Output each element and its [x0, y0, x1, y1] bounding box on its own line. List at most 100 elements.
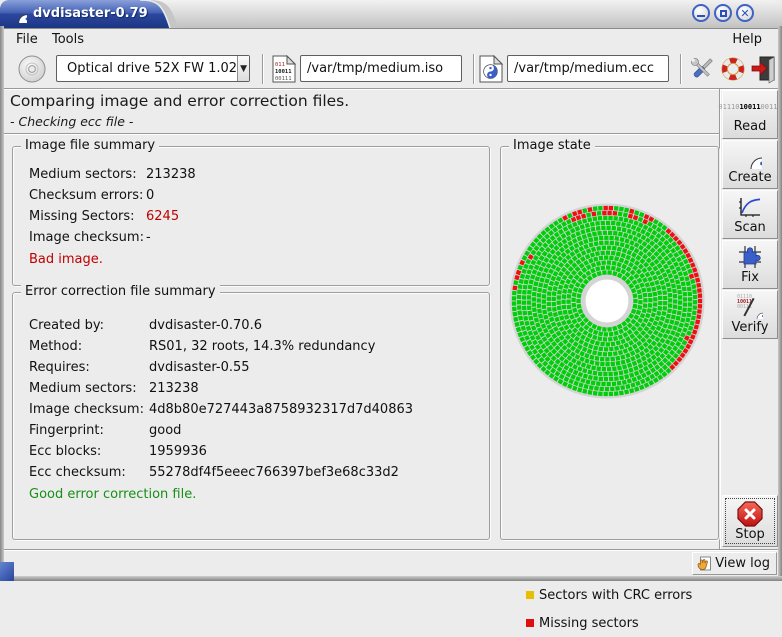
row-label: Ecc blocks: — [29, 444, 149, 459]
status-line-1: Comparing image and error correction fil… — [10, 92, 349, 110]
window-border-bottom — [0, 576, 782, 581]
optical-drive-icon — [16, 54, 50, 84]
ecc-verdict: Good error correction file. — [29, 487, 483, 502]
toolbar-separator — [262, 54, 264, 84]
window-corner-accent — [0, 562, 14, 581]
image-state-panel: Image state Good sectors Sectors with CR… — [500, 146, 719, 540]
status-bar: View log — [4, 551, 778, 577]
legend-item: Missing sectors — [526, 609, 706, 637]
row-label: Requires: — [29, 360, 149, 375]
close-button[interactable]: ✕ — [736, 4, 754, 22]
svg-text:011: 011 — [275, 62, 285, 68]
button-label: Verify — [732, 320, 769, 335]
legend-item: Sectors with CRC errors — [526, 581, 706, 609]
row-value: 6245 — [146, 209, 179, 224]
panel-title: Image file summary — [21, 138, 159, 153]
view-log-label: View log — [715, 556, 770, 571]
window-border-left — [0, 26, 4, 581]
row-value: 4d8b80e727443a8758932317d7d40863 — [149, 402, 413, 417]
ecc-file-summary-panel: Error correction file summary Created by… — [12, 292, 490, 540]
row-value: 213238 — [146, 167, 196, 182]
separator — [719, 89, 721, 549]
view-log-button[interactable]: View log — [692, 552, 777, 575]
help-lifesaver-icon[interactable] — [719, 54, 747, 84]
menu-bar: File Tools Help — [4, 29, 778, 50]
image-file-summary-panel: Image file summary Medium sectors: 21323… — [12, 146, 490, 286]
verify-button[interactable]: 01110 10011 00111 Verify — [722, 290, 778, 339]
missing-sector-swatch — [526, 619, 534, 627]
row-value: good — [149, 423, 181, 438]
button-label: Stop — [735, 527, 765, 542]
yin-yang-icon — [738, 144, 762, 170]
toolbar-separator — [680, 54, 682, 84]
row-label: Checksum errors: — [29, 188, 146, 203]
row-value: 55278df4f5eeec766397bef3e68c33d2 — [149, 465, 399, 480]
image-file-icon: 011 10011 00111 — [271, 54, 297, 84]
log-icon — [697, 556, 712, 572]
window-title: dvdisaster-0.79 — [33, 6, 148, 21]
summary-row: Medium sectors: 213238 — [29, 378, 483, 399]
read-button[interactable]: 01110 10011 00111 Read — [722, 90, 778, 139]
exit-icon[interactable] — [749, 54, 777, 84]
svg-text:00111: 00111 — [275, 76, 292, 82]
separator — [4, 133, 719, 135]
maximize-button[interactable] — [714, 4, 732, 22]
row-label: Ecc checksum: — [29, 465, 149, 480]
row-label: Created by: — [29, 318, 149, 333]
summary-row: Image checksum: - — [29, 227, 483, 248]
app-icon — [9, 5, 27, 23]
row-label: Image checksum: — [29, 230, 146, 245]
summary-row: Image checksum: 4d8b80e727443a8758932317… — [29, 399, 483, 420]
binary-read-icon: 01110 10011 00111 — [718, 95, 781, 119]
row-value: dvdisaster-0.70.6 — [149, 318, 262, 333]
scan-button[interactable]: Scan — [722, 190, 778, 239]
button-label: Fix — [741, 270, 759, 285]
stop-button[interactable]: Stop — [722, 495, 778, 547]
preferences-tools-icon[interactable] — [688, 54, 716, 84]
ecc-file-input[interactable] — [507, 55, 669, 82]
image-verdict: Bad image. — [29, 252, 483, 267]
legend-label: Missing sectors — [539, 616, 639, 631]
row-label: Missing Sectors: — [29, 209, 146, 224]
row-label: Method: — [29, 339, 149, 354]
verify-icon: 01110 10011 00111 — [737, 294, 763, 320]
row-value: 213238 — [149, 381, 199, 396]
minimize-button[interactable] — [692, 4, 710, 22]
legend-label: Sectors with CRC errors — [539, 588, 692, 603]
crc-error-swatch — [526, 591, 534, 599]
menu-tools[interactable]: Tools — [46, 31, 90, 48]
status-line-2: - Checking ecc file - — [10, 114, 133, 129]
row-label: Medium sectors: — [29, 381, 149, 396]
create-button[interactable]: Create — [722, 140, 778, 189]
drive-select-value: Optical drive 52X FW 1.02 — [57, 61, 237, 76]
menu-file[interactable]: File — [10, 31, 44, 48]
title-bar: dvdisaster-0.79 ✕ — [0, 0, 782, 29]
summary-row: Ecc checksum: 55278df4f5eeec766397bef3e6… — [29, 462, 483, 483]
row-value: - — [146, 230, 151, 245]
toolbar-separator — [473, 54, 475, 84]
puzzle-piece-icon — [737, 244, 763, 270]
summary-row: Created by: dvdisaster-0.70.6 — [29, 315, 483, 336]
scan-chart-icon — [737, 194, 763, 220]
button-label: Scan — [734, 220, 766, 235]
chevron-down-icon[interactable]: ▼ — [237, 56, 249, 81]
button-label: Create — [728, 170, 771, 185]
svg-text:10011: 10011 — [275, 69, 292, 75]
button-label: Read — [734, 119, 767, 134]
toolbar: Optical drive 52X FW 1.02 ▼ 011 10011 00… — [4, 50, 778, 88]
row-value: dvdisaster-0.55 — [149, 360, 250, 375]
row-label: Medium sectors: — [29, 167, 146, 182]
menu-help[interactable]: Help — [726, 31, 768, 48]
summary-row: Fingerprint: good — [29, 420, 483, 441]
summary-row: Medium sectors: 213238 — [29, 164, 483, 185]
summary-row: Checksum errors: 0 — [29, 185, 483, 206]
row-label: Fingerprint: — [29, 423, 149, 438]
drive-select[interactable]: Optical drive 52X FW 1.02 ▼ — [56, 55, 250, 82]
summary-row: Method: RS01, 32 roots, 14.3% redundancy — [29, 336, 483, 357]
window-border-right — [778, 26, 782, 581]
row-label: Image checksum: — [29, 402, 149, 417]
fix-button[interactable]: Fix — [722, 240, 778, 289]
image-file-input[interactable] — [300, 55, 462, 82]
ecc-file-icon — [478, 54, 504, 84]
row-value: RS01, 32 roots, 14.3% redundancy — [149, 339, 375, 354]
